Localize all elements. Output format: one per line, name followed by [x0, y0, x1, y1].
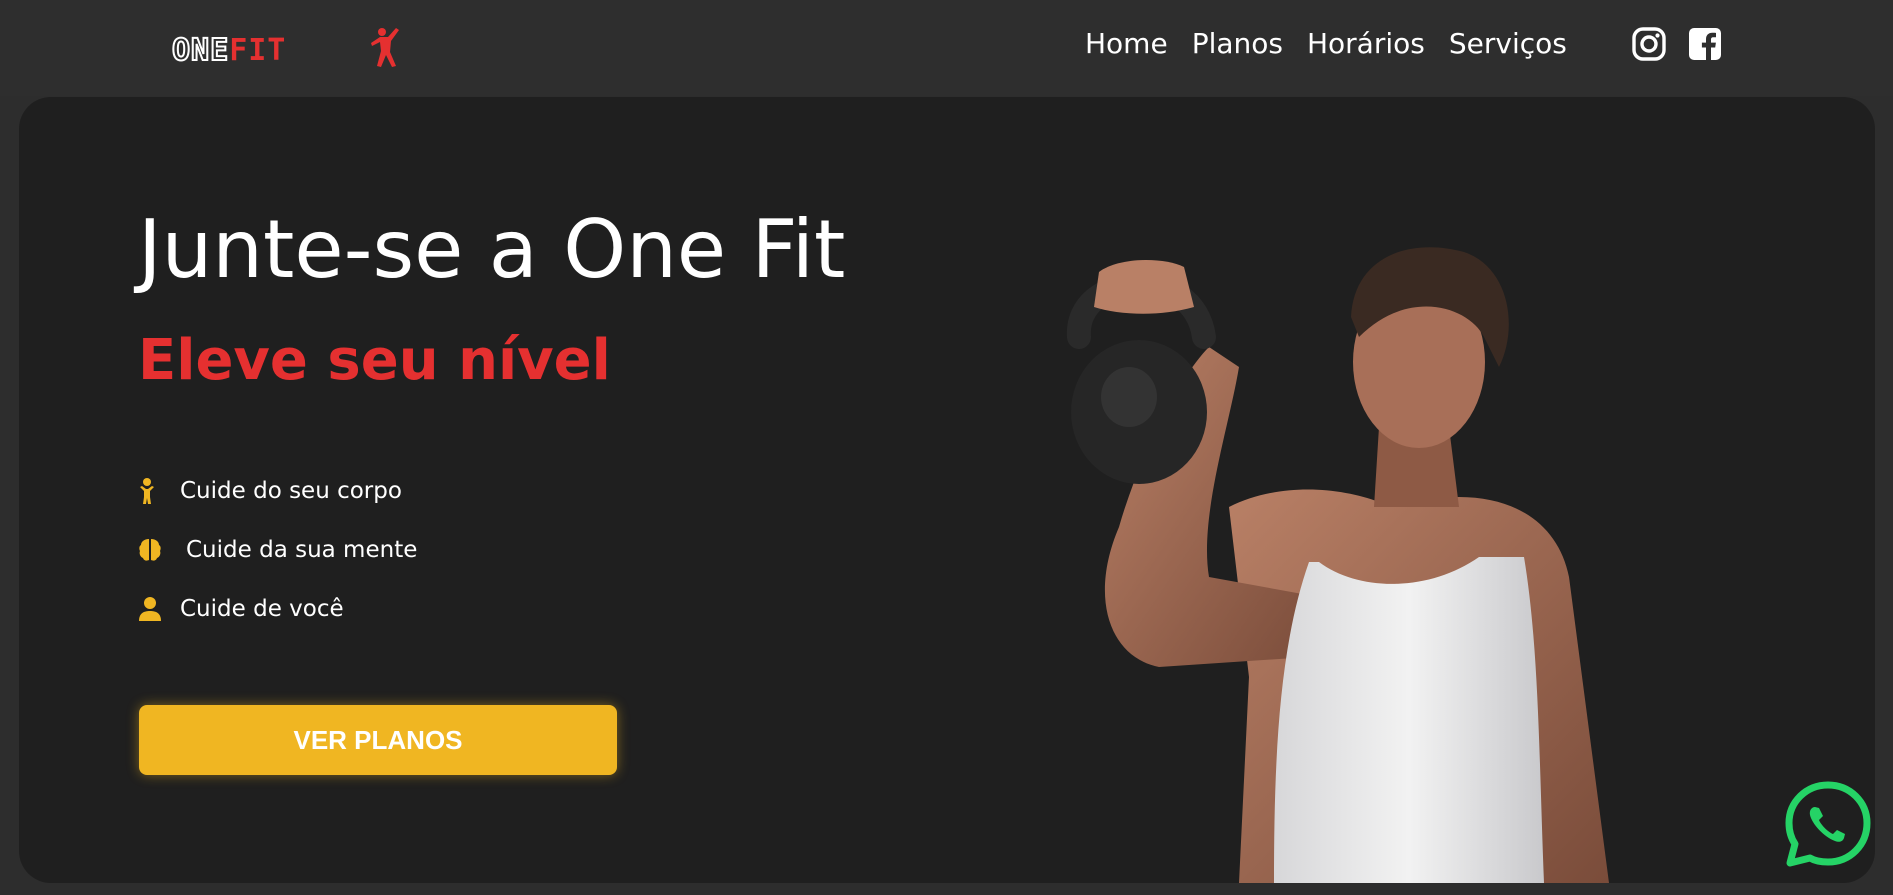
hero-title: Junte-se a One Fit: [138, 203, 846, 296]
user-icon: [139, 597, 161, 621]
benefit-item: Cuide da sua mente: [138, 536, 417, 564]
nav-link-home[interactable]: Home: [1085, 24, 1168, 64]
benefit-label: Cuide do seu corpo: [180, 478, 402, 504]
onefit-logo[interactable]: ONE FIT: [171, 32, 287, 69]
benefit-item: Cuide do seu corpo: [138, 477, 402, 505]
whatsapp-icon[interactable]: [1785, 781, 1871, 867]
logo-one-text: ONE: [171, 32, 230, 69]
hero-subtitle: Eleve seu nível: [138, 328, 611, 393]
benefit-item: Cuide de você: [138, 595, 344, 623]
main-nav: Home Planos Horários Serviços: [1085, 24, 1591, 64]
facebook-icon[interactable]: [1688, 27, 1722, 61]
nav-link-planos[interactable]: Planos: [1192, 24, 1283, 64]
instagram-icon[interactable]: [1632, 27, 1666, 61]
social-links: [1632, 27, 1722, 61]
child-figure-icon: [140, 478, 154, 504]
hero-section: Junte-se a One Fit Eleve seu nível Cuide…: [19, 97, 1875, 883]
brain-icon: [139, 539, 161, 561]
view-plans-button[interactable]: VER PLANOS: [139, 705, 617, 775]
man-with-kettlebell-photo: [1066, 247, 1609, 883]
runner-figure-icon: [371, 28, 399, 67]
nav-link-servicos[interactable]: Serviços: [1449, 24, 1567, 64]
logo-fit-text: FIT: [229, 33, 287, 68]
navbar: ONE FIT Home Planos Horários Serviços: [0, 0, 1893, 96]
nav-link-horarios[interactable]: Horários: [1307, 24, 1425, 64]
benefit-label: Cuide da sua mente: [186, 537, 418, 563]
benefit-label: Cuide de você: [180, 596, 344, 622]
